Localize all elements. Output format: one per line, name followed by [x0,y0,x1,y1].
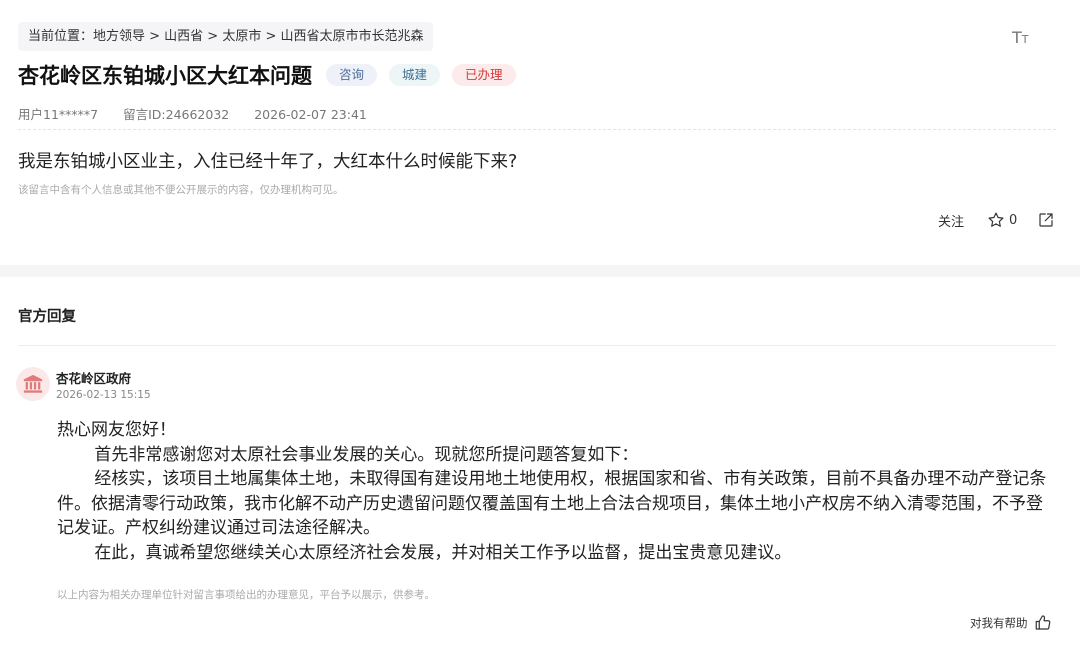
helpful-label: 对我有帮助 [970,616,1028,630]
follow-button[interactable]: 关注 [938,211,964,230]
avatar [16,367,50,401]
title-row: 杏花岭区东铂城小区大红本问题 咨询 城建 已办理 [18,60,528,90]
star-count: 0 [1009,212,1018,228]
reply-greeting: 热心网友您好！ [57,420,176,440]
post-meta: 用户11*****7 留言ID:24662032 2026-02-07 23:4… [18,104,388,123]
section-separator [0,265,1080,277]
font-size-big: T [1012,28,1022,47]
star-icon [988,212,1004,227]
reply-section-title: 官方回复 [18,309,76,325]
status-badge: 已办理 [452,64,516,86]
question-text: 我是东铂城小区业主，入住已经十年了，大红本什么时候能下来? [18,152,518,172]
privacy-note: 该留言中含有个人信息或其他不便公开展示的内容，仅办理机构可见。 [18,184,344,196]
tag-category[interactable]: 城建 [389,64,441,86]
helpful-button[interactable]: 对我有帮助 [970,614,1052,632]
font-size-small: T [1021,33,1029,46]
reply-body: 热心网友您好！ 首先非常感谢您对太原社会事业发展的关心。现就您所提问题答复如下：… [57,418,1057,565]
share-button[interactable] [1037,211,1055,229]
font-size-icon[interactable]: TT [1012,28,1029,47]
reply-paragraph: 首先非常感谢您对太原社会事业发展的关心。现就您所提问题答复如下： [94,444,639,465]
reply-paragraph: 经核实，该项目土地属集体土地，未取得国有建设用地土地使用权，根据国家和省、市有关… [57,469,1047,538]
org-name: 杏花岭区政府 [56,371,132,386]
breadcrumb[interactable]: 当前位置：地方领导 > 山西省 > 太原市 > 山西省太原市市长范兆森 [18,22,434,51]
thumbs-up-icon [1035,615,1050,630]
message-id: 留言ID:24662032 [123,107,230,122]
divider [18,345,1056,346]
reply-disclaimer: 以上内容为相关办理单位针对留言事项给出的办理意见，平台予以展示，供参考。 [57,589,435,601]
post-datetime: 2026-02-07 23:41 [254,107,367,122]
post-actions: 关注 0 [938,209,1055,231]
divider [18,129,1056,130]
reply-paragraph: 在此，真诚希望您继续关心太原经济社会发展，并对相关工作予以监督，提出宝贵意见建议… [94,542,792,563]
government-building-icon [23,374,43,393]
tag-consult[interactable]: 咨询 [326,64,378,86]
page-title: 杏花岭区东铂城小区大红本问题 [18,64,312,88]
star-button[interactable]: 0 [987,211,1017,229]
post-user: 用户11*****7 [18,107,99,122]
reply-date: 2026-02-13 15:15 [56,389,151,401]
share-icon [1039,213,1053,227]
